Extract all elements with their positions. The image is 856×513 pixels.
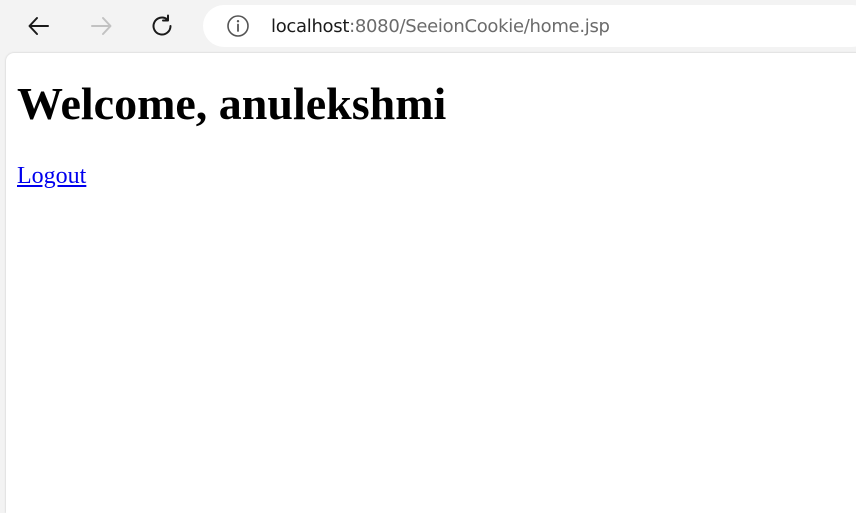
arrow-left-icon xyxy=(28,17,49,35)
logout-link[interactable]: Logout xyxy=(17,163,86,190)
browser-toolbar: localhost:8080/SeeionCookie/home.jsp xyxy=(0,0,856,52)
address-bar[interactable]: localhost:8080/SeeionCookie/home.jsp xyxy=(203,5,856,47)
arrow-right-icon xyxy=(91,17,112,35)
info-circle-icon[interactable] xyxy=(225,13,251,39)
welcome-heading: Welcome, anulekshmi xyxy=(17,78,447,129)
reload-button[interactable] xyxy=(142,6,182,46)
forward-button[interactable] xyxy=(81,6,121,46)
reload-icon xyxy=(152,14,172,36)
url-text[interactable]: localhost:8080/SeeionCookie/home.jsp xyxy=(271,16,610,37)
url-host: localhost xyxy=(271,15,350,37)
url-path: :8080/SeeionCookie/home.jsp xyxy=(349,15,610,37)
back-button[interactable] xyxy=(19,6,59,46)
page-content: Welcome, anulekshmi Logout xyxy=(6,53,856,513)
